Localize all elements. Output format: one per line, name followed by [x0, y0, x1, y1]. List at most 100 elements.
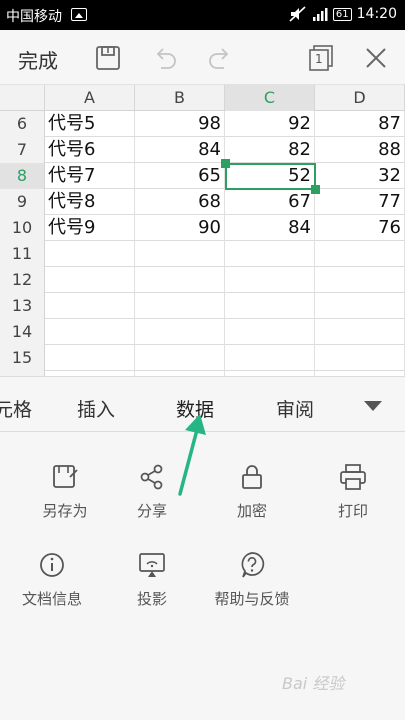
selected-cell-c8[interactable]: [225, 163, 316, 190]
row-header[interactable]: 7: [0, 137, 45, 163]
cell-c[interactable]: 84: [225, 215, 315, 241]
cell-a[interactable]: 代号5: [45, 111, 135, 137]
column-header-c[interactable]: C: [225, 85, 315, 111]
projection-icon: [139, 553, 165, 577]
cell-d[interactable]: 88: [315, 137, 405, 163]
tab-insert[interactable]: 插入: [77, 395, 115, 422]
table-row: 14: [0, 319, 405, 345]
cell-a[interactable]: [45, 267, 135, 293]
cell-a[interactable]: [45, 319, 135, 345]
share-icon: [140, 464, 163, 490]
row-header[interactable]: 15: [0, 345, 45, 371]
status-bar: 中国移动 61 14:20: [0, 0, 405, 30]
cell-b[interactable]: 98: [135, 111, 225, 137]
cell-c[interactable]: [225, 319, 315, 345]
encrypt-label: 加密: [236, 502, 267, 520]
lock-icon: [242, 465, 262, 489]
cell-d[interactable]: [315, 319, 405, 345]
cell-c[interactable]: 82: [225, 137, 315, 163]
cell-b[interactable]: 65: [135, 163, 225, 189]
spreadsheet-grid[interactable]: A B C D 6 代号5 98 92 87 7 代号6 84 82 88 8 代号7 65 52 32 9 代…: [0, 85, 405, 376]
tab-review[interactable]: 审阅: [276, 395, 314, 422]
cell-c[interactable]: [225, 345, 315, 371]
print-button[interactable]: 打印: [303, 462, 403, 521]
tab-more-dropdown-icon[interactable]: [364, 401, 382, 411]
document-info-button[interactable]: 文档信息: [2, 550, 102, 609]
save-as-button[interactable]: 另存为: [15, 462, 115, 521]
projection-label: 投影: [136, 590, 167, 608]
cell-d[interactable]: [315, 267, 405, 293]
table-row: 7 代号6 84 82 88: [0, 137, 405, 163]
cell-b[interactable]: [135, 241, 225, 267]
cell-d[interactable]: [315, 345, 405, 371]
table-row: 12: [0, 267, 405, 293]
row-header[interactable]: 11: [0, 241, 45, 267]
save-icon[interactable]: [93, 43, 123, 73]
cell-b[interactable]: [135, 267, 225, 293]
cell-a[interactable]: [45, 241, 135, 267]
table-row: 9 代号8 68 67 77: [0, 189, 405, 215]
cell-c[interactable]: 92: [225, 111, 315, 137]
tab-cell[interactable]: 元格: [0, 395, 32, 422]
table-row: 11: [0, 241, 405, 267]
mute-icon: [289, 6, 306, 22]
save-as-icon: [53, 465, 78, 488]
cell-b[interactable]: 68: [135, 189, 225, 215]
cell-b[interactable]: [135, 319, 225, 345]
cell-d[interactable]: 77: [315, 189, 405, 215]
column-header-a[interactable]: A: [45, 85, 135, 111]
table-row: 8 代号7 65 52 32: [0, 163, 405, 189]
row-header[interactable]: 14: [0, 319, 45, 345]
image-notification-icon: [71, 8, 87, 21]
cell-c[interactable]: [225, 267, 315, 293]
cell-d[interactable]: 32: [315, 163, 405, 189]
row-header[interactable]: 12: [0, 267, 45, 293]
cell-c[interactable]: [225, 293, 315, 319]
cell-a[interactable]: [45, 293, 135, 319]
cell-a[interactable]: 代号7: [45, 163, 135, 189]
cell-d[interactable]: [315, 293, 405, 319]
cell-b[interactable]: 90: [135, 215, 225, 241]
corner-cell[interactable]: [0, 85, 45, 111]
cell-c[interactable]: 67: [225, 189, 315, 215]
undo-icon[interactable]: [150, 43, 180, 73]
column-header-d[interactable]: D: [315, 85, 405, 111]
editor-toolbar: 完成 1: [0, 30, 405, 85]
cell-b[interactable]: [135, 293, 225, 319]
cell-a[interactable]: 代号6: [45, 137, 135, 163]
selection-handle-top[interactable]: [221, 159, 230, 168]
close-icon[interactable]: [361, 43, 391, 73]
row-header[interactable]: 6: [0, 111, 45, 137]
row-header[interactable]: 13: [0, 293, 45, 319]
column-header-row: A B C D: [0, 85, 405, 111]
cell-d[interactable]: [315, 241, 405, 267]
cell-a[interactable]: 代号9: [45, 215, 135, 241]
table-row: 13: [0, 293, 405, 319]
row-header[interactable]: 9: [0, 189, 45, 215]
done-button[interactable]: 完成: [18, 45, 58, 74]
cell-b[interactable]: 84: [135, 137, 225, 163]
help-feedback-button[interactable]: 帮助与反馈: [192, 550, 312, 609]
watermark: Bai 经验: [282, 674, 345, 693]
carrier-label: 中国移动: [6, 9, 62, 25]
print-icon: [340, 464, 366, 490]
selection-handle-bottom[interactable]: [311, 185, 320, 194]
clock: 14:20: [356, 6, 397, 22]
cell-c[interactable]: [225, 241, 315, 267]
help-icon: [241, 552, 265, 578]
cell-a[interactable]: [45, 345, 135, 371]
sheet-count-icon[interactable]: 1: [306, 43, 336, 73]
cell-d[interactable]: 87: [315, 111, 405, 137]
help-feedback-label: 帮助与反馈: [214, 590, 290, 608]
row-header[interactable]: 10: [0, 215, 45, 241]
row-header[interactable]: 8: [0, 163, 45, 189]
cell-d[interactable]: 76: [315, 215, 405, 241]
status-right: 61 14:20: [289, 6, 397, 22]
document-info-label: 文档信息: [21, 590, 82, 608]
column-header-b[interactable]: B: [135, 85, 225, 111]
cell-a[interactable]: 代号8: [45, 189, 135, 215]
cell-b[interactable]: [135, 345, 225, 371]
info-icon: [40, 553, 64, 577]
projection-button[interactable]: 投影: [102, 550, 202, 609]
redo-icon[interactable]: [205, 43, 235, 73]
